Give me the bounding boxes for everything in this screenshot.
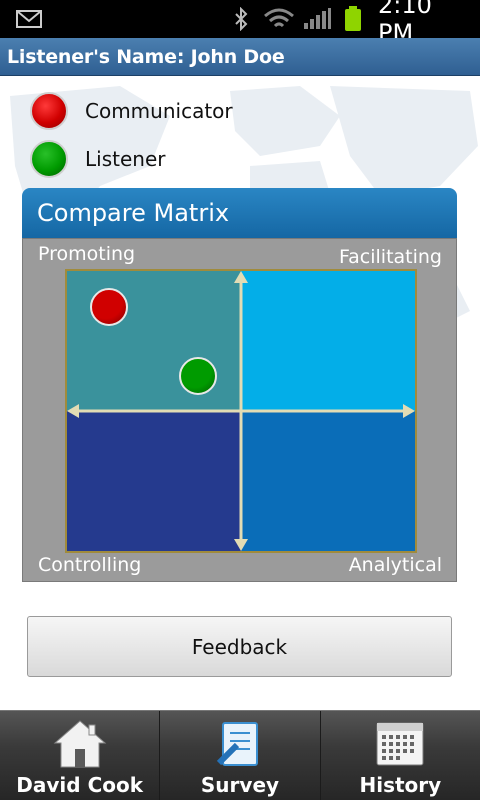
nav-label: Survey xyxy=(200,773,280,797)
feedback-button[interactable]: Feedback xyxy=(27,616,452,677)
compare-matrix: Promoting Facilitating Controlling Analy… xyxy=(22,238,457,582)
gmail-icon xyxy=(14,0,44,38)
home-icon xyxy=(52,717,108,771)
status-time: 2:10 PM xyxy=(378,0,432,47)
nav-item-survey[interactable]: Survey xyxy=(160,711,321,800)
nav-label: David Cook xyxy=(16,773,144,797)
title-bar: Listener's Name: John Doe xyxy=(0,38,480,76)
legend-label: Communicator xyxy=(85,99,233,123)
corner-label-facilitating: Facilitating xyxy=(338,246,442,268)
matrix-title: Compare Matrix xyxy=(37,199,230,227)
legend-item-communicator: Communicator xyxy=(30,91,233,131)
listener-dot-icon xyxy=(30,140,68,178)
matrix-point-communicator xyxy=(89,288,128,327)
matrix-grid xyxy=(65,269,417,553)
legend-item-listener: Listener xyxy=(30,139,165,179)
wifi-icon xyxy=(262,0,296,38)
signal-icon xyxy=(302,0,332,38)
calendar-icon xyxy=(372,717,428,771)
nav-label: History xyxy=(359,773,442,797)
bluetooth-icon xyxy=(230,0,252,38)
communicator-dot-icon xyxy=(30,92,68,130)
corner-label-analytical: Analytical xyxy=(348,554,442,576)
survey-icon xyxy=(212,717,268,771)
main-content: Communicator Listener Compare Matrix Pro… xyxy=(0,76,480,710)
matrix-point-listener xyxy=(178,357,217,395)
page-title: Listener's Name: John Doe xyxy=(7,46,285,68)
status-bar: 2:10 PM xyxy=(0,0,480,47)
corner-label-promoting: Promoting xyxy=(38,243,136,265)
nav-item-home[interactable]: David Cook xyxy=(0,711,161,800)
battery-icon xyxy=(342,0,364,38)
corner-label-controlling: Controlling xyxy=(38,554,142,576)
legend-label: Listener xyxy=(85,147,166,171)
bottom-nav: David Cook Survey History xyxy=(0,710,480,800)
matrix-header: Compare Matrix xyxy=(22,188,457,238)
nav-item-history[interactable]: History xyxy=(321,711,480,800)
